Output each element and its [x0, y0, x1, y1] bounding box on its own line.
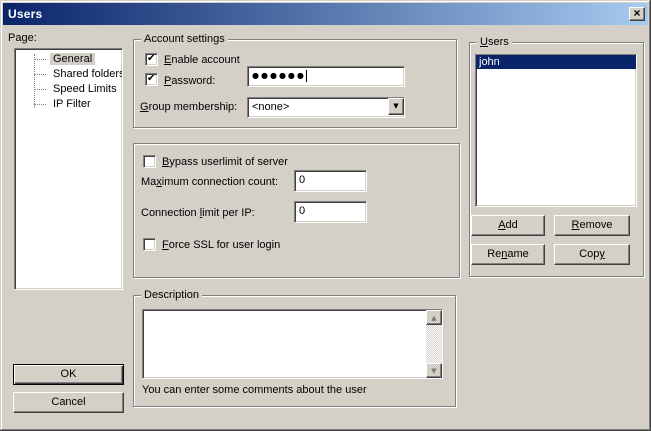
checkmark-icon: ✔	[147, 53, 155, 65]
rename-button[interactable]: Rename	[471, 244, 545, 265]
group-membership-value: <none>	[248, 98, 404, 116]
connection-per-ip-label: Connection limit per IP:	[141, 207, 255, 219]
ok-button[interactable]: OK	[13, 364, 124, 385]
users-group-title: Users	[477, 36, 512, 48]
copy-button[interactable]: Copy	[554, 244, 630, 265]
description-textarea[interactable]: ▲ ▼	[142, 309, 443, 379]
users-dialog: Users × Page: General Shared folders Spe…	[0, 0, 651, 431]
dropdown-button[interactable]: ▼	[388, 98, 404, 115]
tree-item-general[interactable]: General	[15, 52, 122, 67]
connection-per-ip-value: 0	[299, 205, 305, 217]
arrow-up-icon: ▲	[431, 314, 436, 322]
arrow-down-icon: ▼	[431, 367, 436, 375]
force-ssl-checkbox[interactable]	[143, 238, 156, 251]
connection-per-ip-input[interactable]: 0	[294, 201, 367, 223]
description-group-title: Description	[141, 289, 202, 301]
remove-button[interactable]: Remove	[554, 215, 630, 236]
text-caret	[306, 70, 307, 82]
password-input[interactable]: ●●●●●●	[247, 66, 405, 87]
tree-item-speed-limits[interactable]: Speed Limits	[15, 82, 122, 97]
bypass-userlimit-checkbox[interactable]	[143, 155, 156, 168]
group-membership-label: Group membership:	[140, 101, 237, 113]
max-connection-label: Maximum connection count:	[141, 176, 278, 188]
description-scrollbar[interactable]: ▲ ▼	[426, 310, 442, 378]
add-button[interactable]: Add	[471, 215, 545, 236]
tree-item-ip-filter[interactable]: IP Filter	[15, 97, 122, 112]
checkmark-icon: ✔	[147, 73, 155, 85]
password-masked-value: ●●●●●●	[252, 71, 306, 80]
close-icon: ×	[633, 6, 640, 20]
scroll-down-button[interactable]: ▼	[426, 363, 442, 378]
max-connection-value: 0	[299, 174, 305, 186]
enable-account-checkbox[interactable]: ✔	[145, 53, 158, 66]
cancel-button[interactable]: Cancel	[13, 392, 124, 413]
close-button[interactable]: ×	[629, 7, 645, 21]
users-listbox[interactable]: john	[475, 54, 637, 207]
force-ssl-label: Force SSL for user login	[162, 239, 280, 251]
page-label: Page:	[8, 32, 37, 44]
account-settings-group-title: Account settings	[141, 33, 228, 45]
description-hint: You can enter some comments about the us…	[142, 384, 367, 396]
enable-account-label: Enable account	[164, 54, 240, 66]
chevron-down-icon: ▼	[393, 102, 398, 110]
page-tree[interactable]: General Shared folders Speed Limits IP F…	[14, 48, 123, 290]
window-title: Users	[3, 7, 42, 21]
max-connection-input[interactable]: 0	[294, 170, 367, 192]
titlebar: Users ×	[3, 3, 648, 25]
password-label: Password:	[164, 75, 215, 87]
tree-item-shared-folders[interactable]: Shared folders	[15, 67, 122, 82]
scroll-up-button[interactable]: ▲	[426, 310, 442, 325]
group-membership-select[interactable]: <none> ▼	[247, 97, 405, 118]
bypass-userlimit-label: Bypass userlimit of server	[162, 156, 288, 168]
list-item-john[interactable]: john	[476, 55, 636, 69]
password-checkbox[interactable]: ✔	[145, 73, 158, 86]
